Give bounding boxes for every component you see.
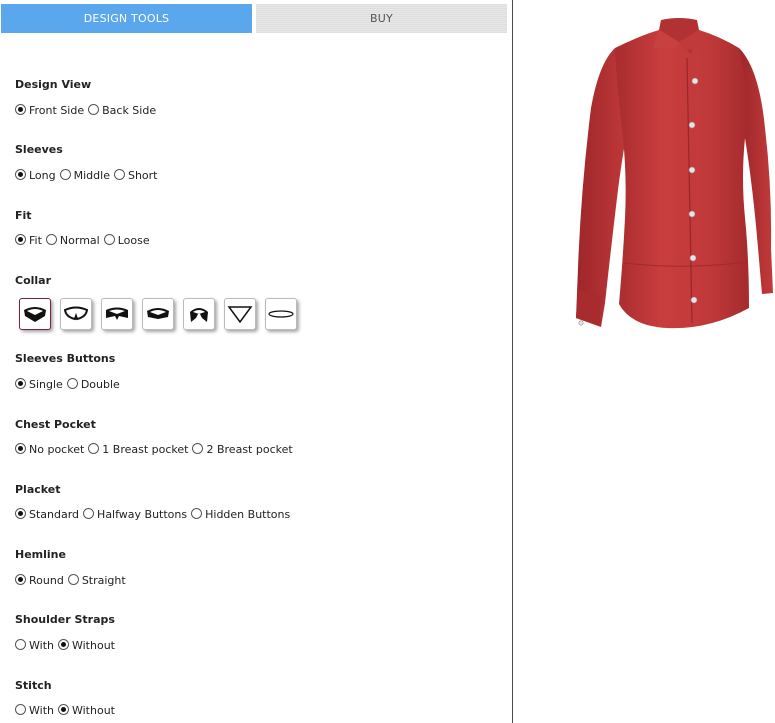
option-label: Short xyxy=(127,169,158,182)
shirt-preview-image xyxy=(569,18,775,333)
radio-fit-normal[interactable] xyxy=(45,234,57,245)
collar-option-v-neck[interactable] xyxy=(224,298,256,330)
section-title-design-view: Design View xyxy=(15,78,92,91)
collar-spread-icon xyxy=(106,307,128,320)
placket-options: Standard Halfway Buttons Hidden Buttons xyxy=(15,508,294,521)
radio-sleeves-short[interactable] xyxy=(113,169,125,180)
radio-hemline-straight[interactable] xyxy=(67,574,79,585)
option-label: Halfway Buttons xyxy=(97,508,188,521)
tab-buy[interactable]: BUY xyxy=(256,4,507,33)
radio-sleeves-long[interactable] xyxy=(15,169,26,180)
fit-options: Fit Normal Loose xyxy=(15,234,154,247)
radio-placket-hidden[interactable] xyxy=(191,508,203,519)
radio-stitch-with[interactable] xyxy=(15,704,26,715)
stitch-options: With Without xyxy=(15,704,119,717)
collar-round-neck-icon xyxy=(268,310,294,318)
shoulder-straps-options: With Without xyxy=(15,639,119,652)
radio-sleeves-buttons-single[interactable] xyxy=(15,378,26,389)
option-label: Straight xyxy=(81,574,126,587)
section-title-hemline: Hemline xyxy=(15,548,66,561)
collar-v-neck-icon xyxy=(227,306,253,324)
sleeves-buttons-options: Single Double xyxy=(15,378,124,391)
section-title-shoulder-straps: Shoulder Straps xyxy=(15,613,115,626)
tab-design-tools[interactable]: DESIGN TOOLS xyxy=(1,4,252,33)
design-panel: DESIGN TOOLS BUY Design View Front Side … xyxy=(0,0,512,723)
option-label: Back Side xyxy=(102,104,157,117)
option-label: Middle xyxy=(73,169,110,182)
section-title-fit: Fit xyxy=(15,209,32,222)
collar-classic-icon xyxy=(24,307,46,322)
section-title-sleeves: Sleeves xyxy=(15,143,63,156)
collar-option-rounded[interactable] xyxy=(60,298,92,330)
radio-2-breast-pocket[interactable] xyxy=(192,443,204,454)
radio-fit[interactable] xyxy=(15,234,26,245)
option-label: With xyxy=(29,704,54,717)
section-title-stitch: Stitch xyxy=(15,679,52,692)
option-label: With xyxy=(29,639,54,652)
option-label: Without xyxy=(71,639,115,652)
option-label: Loose xyxy=(117,234,150,247)
collar-option-spread[interactable] xyxy=(101,298,133,330)
radio-placket-standard[interactable] xyxy=(15,508,26,519)
hemline-options: Round Straight xyxy=(15,574,130,587)
collar-rounded-icon xyxy=(63,306,89,321)
option-label: Single xyxy=(29,378,63,391)
shirt-image xyxy=(576,18,773,329)
section-title-sleeves-buttons: Sleeves Buttons xyxy=(15,352,116,365)
option-label: Long xyxy=(29,169,56,182)
option-label: Hidden Buttons xyxy=(205,508,291,521)
radio-back-side[interactable] xyxy=(88,104,100,115)
radio-shoulder-straps-with[interactable] xyxy=(15,639,26,650)
collar-button-down-icon xyxy=(147,308,169,319)
option-label: Round xyxy=(29,574,64,587)
radio-shoulder-straps-without[interactable] xyxy=(57,639,69,650)
collar-option-mandarin[interactable] xyxy=(183,298,215,330)
collar-option-classic[interactable] xyxy=(19,298,51,330)
section-title-chest-pocket: Chest Pocket xyxy=(15,418,96,431)
sleeves-options: Long Middle Short xyxy=(15,169,162,182)
radio-front-side[interactable] xyxy=(15,104,26,115)
section-title-collar: Collar xyxy=(15,274,52,287)
radio-placket-halfway[interactable] xyxy=(83,508,95,519)
option-label: Without xyxy=(71,704,115,717)
option-label: Standard xyxy=(29,508,80,521)
radio-sleeves-middle[interactable] xyxy=(59,169,71,180)
collar-mandarin-icon xyxy=(190,308,208,322)
shirt-preview-panel xyxy=(513,0,775,723)
radio-stitch-without[interactable] xyxy=(57,704,69,715)
option-label: Normal xyxy=(59,234,100,247)
option-label: Fit xyxy=(29,234,42,247)
option-label: 2 Breast pocket xyxy=(206,443,293,456)
section-title-placket: Placket xyxy=(15,483,61,496)
radio-no-pocket[interactable] xyxy=(15,443,26,454)
radio-fit-loose[interactable] xyxy=(103,234,115,245)
collar-option-button-down[interactable] xyxy=(142,298,174,330)
radio-hemline-round[interactable] xyxy=(15,574,26,585)
radio-1-breast-pocket[interactable] xyxy=(88,443,100,454)
collar-options xyxy=(19,298,306,330)
option-label: 1 Breast pocket xyxy=(102,443,189,456)
option-label: Front Side xyxy=(29,104,85,117)
chest-pocket-options: No pocket 1 Breast pocket 2 Breast pocke… xyxy=(15,443,297,456)
option-label: Double xyxy=(80,378,120,391)
design-view-options: Front Side Back Side xyxy=(15,104,160,117)
radio-sleeves-buttons-double[interactable] xyxy=(66,378,78,389)
collar-option-round-neck[interactable] xyxy=(265,298,297,330)
option-label: No pocket xyxy=(29,443,85,456)
